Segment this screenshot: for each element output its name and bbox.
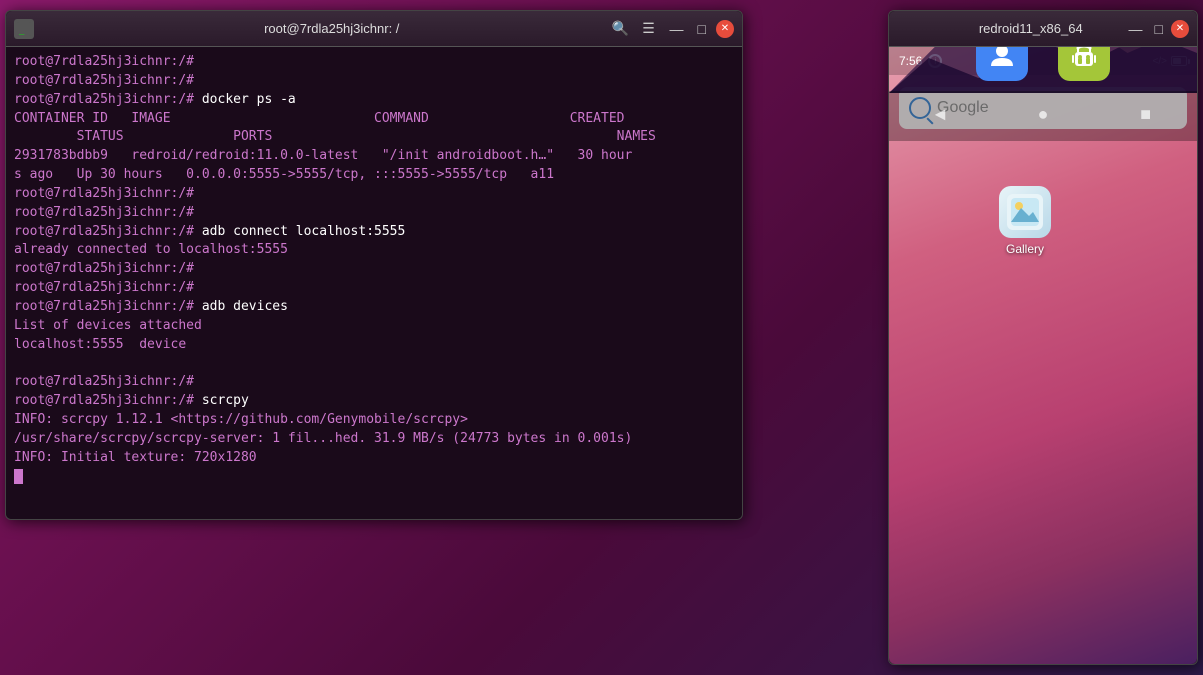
android-robot-dock-icon[interactable] bbox=[1058, 47, 1110, 81]
gallery-app-icon[interactable]: Gallery bbox=[999, 186, 1051, 256]
terminal-controls: 🔍 ☰ — □ ✕ bbox=[610, 18, 734, 40]
gallery-icon-label: Gallery bbox=[1006, 242, 1044, 256]
android-window[interactable]: redroid11_x86_64 — □ ✕ 7:56 i </> Google bbox=[888, 10, 1198, 665]
android-dock bbox=[889, 47, 1197, 91]
gallery-icon-image bbox=[999, 186, 1051, 238]
android-close-button[interactable]: ✕ bbox=[1171, 20, 1189, 38]
terminal-window[interactable]: _ root@7rdla25hj3ichnr: / 🔍 ☰ — □ ✕ root… bbox=[5, 10, 743, 520]
terminal-close-button[interactable]: ✕ bbox=[716, 20, 734, 38]
android-controls: — □ ✕ bbox=[1125, 20, 1189, 38]
svg-text:_: _ bbox=[19, 26, 25, 36]
android-minimize-button[interactable]: — bbox=[1125, 21, 1147, 37]
android-title: redroid11_x86_64 bbox=[937, 21, 1125, 36]
contacts-dock-icon[interactable] bbox=[976, 47, 1028, 81]
terminal-search-button[interactable]: 🔍 bbox=[610, 18, 632, 40]
terminal-app-icon: _ bbox=[14, 19, 34, 39]
android-titlebar: redroid11_x86_64 — □ ✕ bbox=[889, 11, 1197, 47]
terminal-maximize-button[interactable]: □ bbox=[694, 21, 710, 37]
android-navbar: ◄ ● ■ bbox=[889, 91, 1197, 141]
android-maximize-button[interactable]: □ bbox=[1151, 21, 1167, 37]
terminal-body[interactable]: root@7rdla25hj3ichnr:/# root@7rdla25hj3i… bbox=[6, 47, 742, 519]
nav-home-button[interactable]: ● bbox=[1025, 98, 1061, 134]
android-screen[interactable]: 7:56 i </> Google bbox=[889, 47, 1197, 664]
terminal-title: root@7rdla25hj3ichnr: / bbox=[54, 21, 610, 36]
terminal-minimize-button[interactable]: — bbox=[666, 21, 688, 37]
terminal-titlebar: _ root@7rdla25hj3ichnr: / 🔍 ☰ — □ ✕ bbox=[6, 11, 742, 47]
terminal-output: root@7rdla25hj3ichnr:/# root@7rdla25hj3i… bbox=[14, 53, 734, 486]
nav-back-button[interactable]: ◄ bbox=[922, 98, 958, 134]
terminal-menu-button[interactable]: ☰ bbox=[638, 18, 660, 40]
nav-recents-button[interactable]: ■ bbox=[1128, 98, 1164, 134]
terminal-icon-area: _ bbox=[14, 19, 54, 39]
